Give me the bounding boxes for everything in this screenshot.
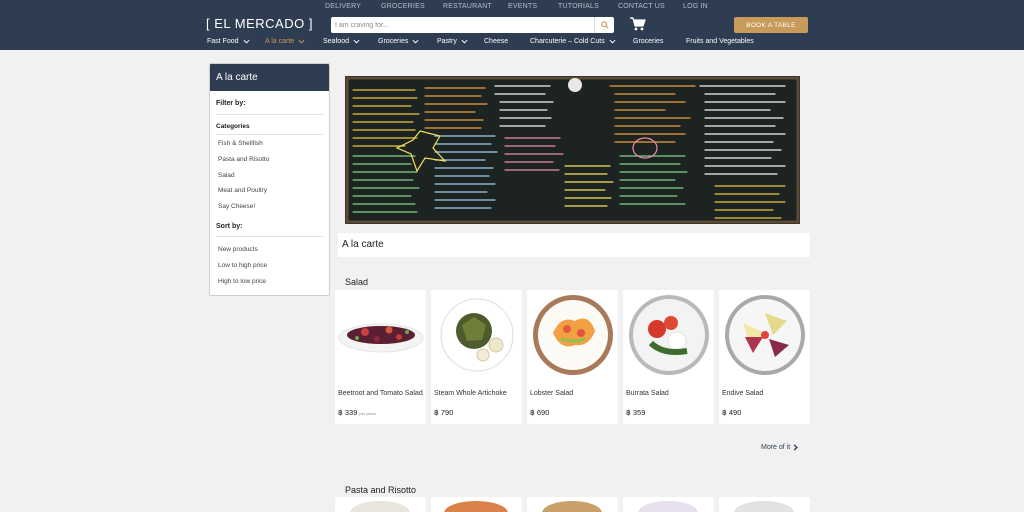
divider <box>216 236 324 237</box>
book-a-table-button[interactable]: BOOK A TABLE <box>734 17 808 33</box>
chalkboard-menu-banner <box>345 76 800 224</box>
filter-say-cheese[interactable]: Say Cheese! <box>218 203 255 210</box>
product-price: ฿ 790 <box>434 408 454 417</box>
nav-label: A la carte <box>265 38 295 45</box>
price-unit: per piece <box>359 411 376 416</box>
filter-pasta-risotto[interactable]: Pasta and Risotto <box>218 156 269 163</box>
nav-cheese[interactable]: Cheese <box>484 38 508 45</box>
search-icon <box>600 21 609 29</box>
product-image <box>623 290 714 380</box>
nav-label: Groceries <box>378 38 409 45</box>
divider <box>216 134 324 135</box>
product-image <box>527 290 618 380</box>
filter-salad[interactable]: Salad <box>218 172 235 179</box>
divider <box>216 114 324 115</box>
sort-heading: Sort by: <box>216 223 243 230</box>
top-nav-tutorials[interactable]: TUTORIALS <box>558 3 599 10</box>
chevron-down-icon <box>461 39 468 44</box>
filter-meat-poultry[interactable]: Meat and Poultry <box>218 187 267 194</box>
filter-fish-shellfish[interactable]: Fish & Shellfish <box>218 140 263 147</box>
product-card[interactable]: Lobster Salad ฿ 690 <box>527 290 618 424</box>
category-nav: Fast Food A la carte Seafood Groceries P… <box>0 38 1024 50</box>
site-header: DELIVERY GROCERIES RESTAURANT EVENTS TUT… <box>0 0 1024 50</box>
cart-button[interactable] <box>630 17 646 31</box>
nav-a-la-carte[interactable]: A la carte <box>265 38 305 45</box>
nav-fruits-and-vegetables[interactable]: Fruits and Vegetables <box>686 38 754 45</box>
product-card[interactable]: Steam Whole Artichoke ฿ 790 <box>431 290 522 424</box>
product-card[interactable]: Endive Salad ฿ 490 <box>719 290 810 424</box>
product-image <box>444 501 508 512</box>
product-image <box>335 290 426 380</box>
product-image <box>542 501 602 512</box>
product-name: Endive Salad <box>722 390 764 397</box>
nav-label: Seafood <box>323 38 350 45</box>
search-button[interactable] <box>594 17 614 33</box>
chevron-right-icon <box>793 444 799 451</box>
site-logo[interactable]: [ EL MERCADO ] <box>206 16 313 31</box>
page-title: A la carte <box>342 239 384 250</box>
top-nav-events[interactable]: EVENTS <box>508 3 537 10</box>
product-card[interactable] <box>527 497 618 512</box>
top-nav-groceries[interactable]: GROCERIES <box>381 3 425 10</box>
top-nav-delivery[interactable]: DELIVERY <box>325 3 361 10</box>
nav-groceries-2[interactable]: Groceries <box>633 38 663 45</box>
product-price: ฿ 690 <box>530 408 550 417</box>
search-input[interactable] <box>331 17 594 33</box>
nav-label: Groceries <box>633 38 664 45</box>
nav-label: Cheese <box>484 38 509 45</box>
product-price: ฿ 359 <box>626 408 646 417</box>
product-image <box>638 501 698 512</box>
more-of-it-link[interactable]: More of it <box>761 444 799 451</box>
product-price: ฿ 490 <box>722 408 742 417</box>
sort-new-products[interactable]: New products <box>218 246 258 253</box>
product-image <box>719 290 810 380</box>
top-nav-restaurant[interactable]: RESTAURANT <box>443 3 492 10</box>
filter-heading: Filter by: <box>216 100 246 107</box>
product-name: Burrata Salad <box>626 390 669 397</box>
price-value: ฿ 339 <box>338 408 358 417</box>
top-nav-contact-us[interactable]: CONTACT US <box>618 3 665 10</box>
chevron-down-icon <box>353 39 360 44</box>
product-name: Steam Whole Artichoke <box>434 390 507 397</box>
section-title-pasta-risotto: Pasta and Risotto <box>345 485 417 495</box>
categories-heading: Categories <box>216 123 250 130</box>
chevron-down-icon <box>609 39 616 44</box>
product-card[interactable] <box>431 497 522 512</box>
product-name: Lobster Salad <box>530 390 574 397</box>
nav-seafood[interactable]: Seafood <box>323 38 360 45</box>
nav-label: Charcuterie – Cold Cuts <box>530 38 605 45</box>
product-card[interactable] <box>719 497 810 512</box>
product-card[interactable] <box>623 497 714 512</box>
nav-label: Pastry <box>437 38 457 45</box>
more-label: More of it <box>761 444 791 451</box>
sidebar-title: A la carte <box>210 64 329 91</box>
sort-high-to-low[interactable]: High to low price <box>218 278 266 285</box>
chalkboard-image <box>345 76 800 224</box>
top-nav-log-in[interactable]: LOG IN <box>683 3 708 10</box>
nav-groceries[interactable]: Groceries <box>378 38 419 45</box>
nav-label: Fruits and Vegetables <box>686 38 754 45</box>
filter-sidebar: A la carte Filter by: Categories Fish & … <box>209 63 330 296</box>
nav-charcuterie[interactable]: Charcuterie – Cold Cuts <box>530 38 616 45</box>
nav-fast-food[interactable]: Fast Food <box>207 38 250 45</box>
product-card[interactable]: Beetroot and Tomato Salad ฿ 339 per piece <box>335 290 426 424</box>
chevron-down-icon <box>298 39 305 44</box>
product-image <box>431 290 522 380</box>
product-card[interactable]: Burrata Salad ฿ 359 <box>623 290 714 424</box>
product-image <box>350 501 410 512</box>
chevron-down-icon <box>412 39 419 44</box>
nav-pastry[interactable]: Pastry <box>437 38 468 45</box>
product-name: Beetroot and Tomato Salad <box>338 390 423 397</box>
search-bar <box>331 17 614 33</box>
section-title-salad: Salad <box>345 277 369 287</box>
page-title-bar: A la carte <box>338 233 810 257</box>
sort-low-to-high[interactable]: Low to high price <box>218 262 267 269</box>
nav-label: Fast Food <box>207 38 239 45</box>
product-image <box>734 501 794 512</box>
product-card[interactable] <box>335 497 426 512</box>
product-price: ฿ 339 per piece <box>338 408 376 417</box>
cart-icon <box>630 17 646 31</box>
chevron-down-icon <box>243 39 250 44</box>
